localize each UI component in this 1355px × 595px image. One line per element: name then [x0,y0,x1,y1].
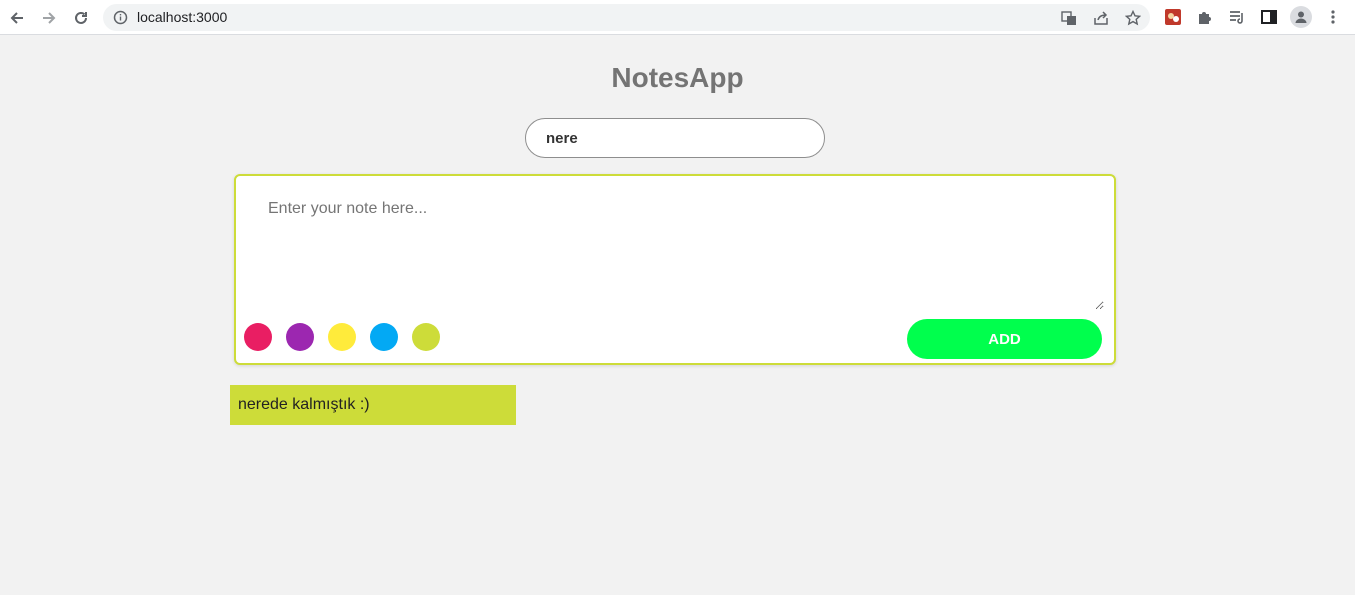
bookmark-star-icon[interactable] [1124,9,1142,27]
side-panel-icon[interactable] [1259,7,1279,27]
search-input[interactable] [525,118,825,158]
page-title: NotesApp [611,62,744,93]
color-swatch-pink[interactable] [244,323,272,351]
browser-toolbar: localhost:3000 [0,0,1355,35]
color-swatch-lime[interactable] [412,323,440,351]
color-swatch-yellow[interactable] [328,323,356,351]
back-icon[interactable] [6,7,28,29]
color-swatch-purple[interactable] [286,323,314,351]
note-textarea[interactable] [248,188,1104,310]
extension-icon[interactable] [1163,7,1183,27]
menu-icon[interactable] [1323,7,1343,27]
address-bar[interactable]: localhost:3000 [103,4,1150,31]
note-text: nerede kalmıştık :) [238,396,370,413]
share-icon[interactable] [1092,9,1110,27]
profile-icon[interactable] [1290,6,1312,28]
note-composer: ADD [234,174,1116,365]
reading-list-icon[interactable] [1227,7,1247,27]
url-text[interactable]: localhost:3000 [137,9,227,26]
reload-icon[interactable] [70,7,92,29]
puzzle-icon[interactable] [1195,7,1215,27]
site-info-icon[interactable] [113,10,128,25]
translate-icon[interactable] [1060,9,1078,27]
color-swatch-blue[interactable] [370,323,398,351]
note-item: nerede kalmıştık :) [230,385,516,425]
forward-icon[interactable] [38,7,60,29]
add-button[interactable]: ADD [907,319,1102,359]
